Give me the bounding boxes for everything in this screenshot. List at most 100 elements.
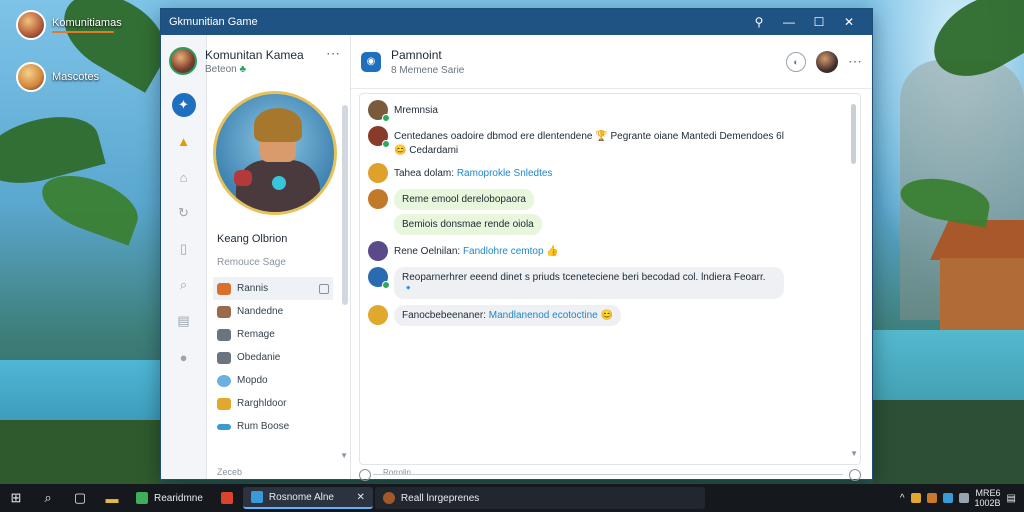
- app-icon: [136, 492, 148, 504]
- avatar: [368, 126, 390, 148]
- profile-name: Keang Olbrion: [217, 233, 288, 245]
- menu-item[interactable]: Rannis: [213, 277, 333, 300]
- app-avatar-icon: [16, 10, 46, 40]
- message-link[interactable]: Fandlohre cemtop 👍: [463, 246, 559, 257]
- menu-item[interactable]: Obedanie: [213, 346, 333, 369]
- menu-item-icon: [217, 423, 231, 430]
- warning-icon[interactable]: ▲: [172, 129, 196, 153]
- message: Reme emool derelobopaora Bemiois donsmae…: [368, 189, 852, 235]
- menu-item[interactable]: Mopdo: [213, 369, 333, 392]
- message: Fanocbebeenaner: Mandlanenod ecotoctine …: [368, 305, 852, 326]
- emoji-icon[interactable]: [359, 469, 371, 481]
- avatar: [368, 241, 388, 261]
- message: Tahea dolam: Ramoprokle Snledtes: [368, 163, 852, 183]
- scroll-down-icon[interactable]: ▼: [340, 451, 348, 460]
- message-link[interactable]: Mandlanenod ecotoctine 😊: [489, 310, 613, 321]
- task-view-icon[interactable]: ▢: [64, 490, 96, 506]
- profile-footer: Zeceb: [217, 467, 243, 477]
- desktop-icon-badge: [52, 31, 114, 33]
- scrollbar[interactable]: [851, 104, 856, 164]
- mascot-icon: [16, 62, 46, 92]
- scrollbar[interactable]: [342, 105, 348, 305]
- compass-icon[interactable]: ✦: [171, 93, 196, 117]
- menu-item[interactable]: Rum Boose: [213, 415, 333, 438]
- menu-item-icon: [217, 328, 231, 341]
- search-icon[interactable]: ⌕: [32, 490, 64, 506]
- menu-item-icon: [217, 374, 231, 387]
- avatar: [368, 189, 388, 209]
- folder-icon[interactable]: ▬: [96, 491, 128, 506]
- avatar: [368, 305, 388, 325]
- avatar: [368, 163, 388, 183]
- desktop-icon-mascotes[interactable]: Mascotes: [16, 62, 99, 92]
- taskbar-item[interactable]: [213, 487, 241, 509]
- chat-header: ◉ Pamnoint 8 Memene Sarie ◐ ⋯: [351, 35, 872, 89]
- clock[interactable]: MRE6 1002B: [975, 488, 1001, 508]
- tray-icon[interactable]: [942, 493, 953, 503]
- hut-illustration: [930, 220, 1024, 330]
- minimize-button[interactable]: —: [774, 15, 804, 29]
- document-icon[interactable]: ▤: [172, 309, 196, 333]
- search-icon[interactable]: ⚲: [744, 15, 774, 29]
- menu-trail-icon[interactable]: [319, 283, 329, 294]
- message-composer[interactable]: Rorrolin: [359, 468, 861, 481]
- message-list[interactable]: Mremnsia Centedanes oadoire dbmod ere dl…: [359, 93, 861, 465]
- refresh-icon[interactable]: ↻: [172, 201, 196, 225]
- system-tray: ^ MRE6 1002B ▤: [900, 488, 1024, 508]
- message-bubble: Reme emool derelobopaora: [394, 189, 534, 210]
- menu-item-icon: [217, 305, 231, 318]
- message-bubble: Bemiois donsmae rende oiola: [394, 214, 542, 235]
- user-name: Komunitan Kamea: [205, 47, 304, 62]
- message-bubble: Fanocbebeenaner: Mandlanenod ecotoctine …: [394, 305, 621, 326]
- taskbar: ⊞ ⌕ ▢ ▬ Rearidmne Rosnome Alne ✕ Reall ln…: [0, 484, 1024, 512]
- taskbar-item[interactable]: Rosnome Alne ✕: [242, 487, 373, 509]
- tray-icon[interactable]: [926, 493, 937, 503]
- hero-portrait: [213, 91, 337, 215]
- desktop-icon-label: Komunitiamas: [52, 17, 122, 29]
- search-icon[interactable]: ⌕: [172, 273, 196, 297]
- status-icon: ♣: [239, 63, 247, 75]
- profile-pane: Komunitan Kamea Beteon ♣ ⋯ Keang Olbrion…: [169, 35, 351, 479]
- desktop-icon-label: Mascotes: [52, 71, 100, 83]
- more-options-icon[interactable]: ⋯: [326, 45, 340, 62]
- close-icon[interactable]: ✕: [357, 492, 365, 503]
- taskbar-item[interactable]: Rearidmne: [128, 487, 211, 509]
- chevron-up-icon[interactable]: ^: [900, 493, 905, 504]
- current-user[interactable]: Komunitan Kamea Beteon ♣: [161, 43, 351, 79]
- message-bubble: Reoparnerhrer eeend dinet s priuds tcene…: [394, 267, 784, 299]
- title-bar[interactable]: Gkmunitian Game ⚲ — ☐ ✕: [161, 9, 872, 35]
- scroll-down-icon[interactable]: ▼: [850, 449, 858, 458]
- user-avatar: [169, 47, 197, 75]
- send-icon[interactable]: [849, 469, 861, 481]
- composer-placeholder: Rorrolin: [383, 468, 412, 477]
- window-title: Gkmunitian Game: [169, 16, 258, 28]
- message: Reoparnerhrer eeend dinet s priuds tcene…: [368, 267, 852, 299]
- bookmark-icon[interactable]: ▯: [172, 237, 196, 261]
- tray-icon[interactable]: [958, 493, 969, 503]
- tray-icon[interactable]: [910, 493, 921, 503]
- menu-item-icon: [217, 351, 231, 364]
- app-window: Gkmunitian Game ⚲ — ☐ ✕ ✦ ▲ ⌂ ↻ ▯ ⌕ ▤ ● …: [160, 8, 873, 481]
- close-button[interactable]: ✕: [834, 15, 864, 29]
- menu-item[interactable]: Nandedne: [213, 300, 333, 323]
- more-options-icon[interactable]: ⋯: [848, 53, 862, 70]
- friend-avatar[interactable]: [816, 50, 838, 73]
- menu-item[interactable]: Remage: [213, 323, 333, 346]
- profile-subtitle: Remouce Sage: [217, 257, 286, 268]
- notification-icon[interactable]: ▤: [1007, 493, 1016, 504]
- user-status: Beteon: [205, 63, 237, 75]
- app-icon: [220, 492, 233, 504]
- user-icon[interactable]: ●: [172, 345, 196, 369]
- channel-title: Pamnoint: [391, 47, 442, 62]
- start-icon[interactable]: ⊞: [0, 490, 32, 506]
- maximize-button[interactable]: ☐: [804, 15, 834, 29]
- menu-item[interactable]: Rarghldoor: [213, 392, 333, 415]
- headset-icon[interactable]: ◐: [786, 51, 806, 72]
- desktop-icon-app[interactable]: Komunitiamas: [16, 10, 122, 40]
- message-link[interactable]: Ramoprokle Snledtes: [457, 168, 553, 179]
- taskbar-item[interactable]: Reall lnrgeprenes: [374, 487, 705, 509]
- home-icon[interactable]: ⌂: [172, 165, 196, 189]
- menu-item-icon: [217, 397, 231, 410]
- app-icon: [250, 491, 263, 503]
- app-icon: [382, 492, 395, 504]
